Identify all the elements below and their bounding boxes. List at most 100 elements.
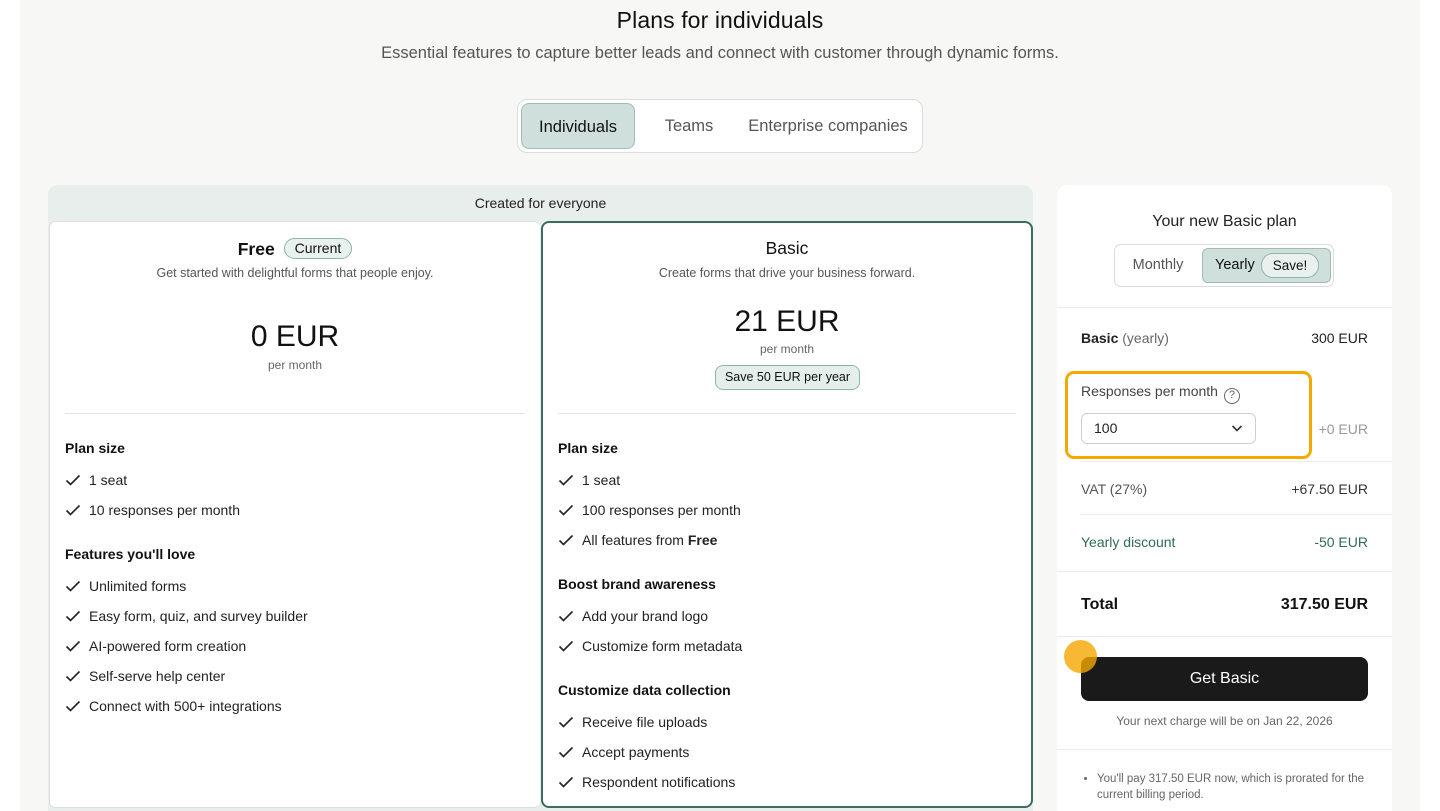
price-period: per month <box>759 342 815 356</box>
feature-item: All features from Free <box>558 530 717 550</box>
feature-text: Connect with 500+ integrations <box>89 698 282 714</box>
plan-price: 21 EUR <box>734 305 840 338</box>
plan-line-name: Basic <box>1081 330 1119 346</box>
feature-text: Easy form, quiz, and survey builder <box>89 608 308 624</box>
divider <box>558 413 1016 414</box>
divider <box>1057 571 1392 572</box>
total-label: Total <box>1081 596 1119 613</box>
audience-tabs: Individuals Teams Enterprise companies <box>517 99 923 153</box>
billing-note-item: You'll pay 317.50 EUR now, which is pror… <box>1097 771 1375 803</box>
free-plan-card: Free Current Get started with delightful… <box>49 221 540 808</box>
tab-individuals[interactable]: Individuals <box>521 103 635 149</box>
check-icon <box>65 502 83 516</box>
tab-teams[interactable]: Teams <box>642 103 736 149</box>
plan-line-value: 300 EUR <box>1311 330 1368 346</box>
plan-description: Create forms that drive your business fo… <box>658 266 916 280</box>
responses-selected-value: 100 <box>1094 420 1118 436</box>
period-yearly-label: Yearly <box>1215 257 1255 273</box>
responses-label: Responses per month? <box>1081 383 1240 404</box>
feature-text: All features from <box>582 532 688 548</box>
divider <box>65 413 525 414</box>
check-icon <box>558 714 576 728</box>
feature-text: Customize form metadata <box>582 638 743 654</box>
plan-line-period: (yearly) <box>1122 330 1169 346</box>
price-period: per month <box>267 358 323 372</box>
check-icon <box>558 472 576 486</box>
feature-text: Unlimited forms <box>89 578 187 594</box>
feature-text-bold: Free <box>687 532 718 548</box>
plan-name: Free <box>237 239 275 259</box>
check-icon <box>558 638 576 652</box>
feature-text: 10 responses per month <box>89 502 240 518</box>
discount-value: -50 EUR <box>1314 534 1368 550</box>
check-icon <box>558 744 576 758</box>
next-charge-text: Your next charge will be on Jan 22, 2026 <box>1116 714 1333 728</box>
save-badge: Save! <box>1261 253 1319 278</box>
tab-enterprise-companies[interactable]: Enterprise companies <box>738 103 918 149</box>
billing-period-toggle: Monthly Yearly Save! <box>1114 244 1334 287</box>
vat-label: VAT (27%) <box>1081 481 1148 497</box>
check-icon <box>558 608 576 622</box>
plan-description: Get started with delightful forms that p… <box>156 266 434 280</box>
section-title: Features you'll love <box>65 546 196 562</box>
discount-label: Yearly discount <box>1081 534 1176 550</box>
vat-value: +67.50 EUR <box>1291 481 1368 497</box>
feature-item: AI-powered form creation <box>65 636 246 656</box>
feature-item: Respondent notifications <box>558 772 735 792</box>
feature-item: Customize form metadata <box>558 636 742 656</box>
divider <box>1081 514 1392 515</box>
feature-text: 1 seat <box>582 472 621 488</box>
feature-item: 10 responses per month <box>65 500 240 520</box>
feature-text: Accept payments <box>582 744 690 760</box>
plans-group-label: Created for everyone <box>474 195 607 211</box>
plan-name-wrap: Free Current <box>50 238 540 260</box>
section-title: Plan size <box>558 440 618 456</box>
check-icon <box>65 472 83 486</box>
plan-summary-panel: Your new Basic plan Monthly Yearly Save!… <box>1057 185 1392 811</box>
section-title: Customize data collection <box>558 682 731 698</box>
responses-extra-cost: +0 EUR <box>1318 421 1368 437</box>
feature-item: 1 seat <box>65 470 127 490</box>
page-title: Plans for individuals <box>616 7 824 33</box>
feature-item: 100 responses per month <box>558 500 741 520</box>
feature-item: Accept payments <box>558 742 689 762</box>
period-yearly-button[interactable]: Yearly Save! <box>1202 248 1331 283</box>
divider <box>1081 461 1392 462</box>
check-icon <box>65 698 83 712</box>
feature-item: Connect with 500+ integrations <box>65 696 282 716</box>
period-monthly-button[interactable]: Monthly <box>1115 245 1201 286</box>
responses-select[interactable]: 100 <box>1081 413 1256 444</box>
divider <box>1057 636 1392 637</box>
billing-note: You'll pay 317.50 EUR now, which is pror… <box>1085 771 1375 803</box>
cursor-indicator <box>1064 640 1097 673</box>
divider <box>1057 307 1392 308</box>
check-icon <box>65 578 83 592</box>
current-badge: Current <box>283 238 353 259</box>
feature-item: Receive file uploads <box>558 712 707 732</box>
chevron-down-icon <box>1231 425 1243 432</box>
check-icon <box>558 532 576 546</box>
total-value: 317.50 EUR <box>1280 596 1368 613</box>
feature-text: Add your brand logo <box>582 608 709 624</box>
check-icon <box>558 774 576 788</box>
help-icon[interactable]: ? <box>1223 388 1240 404</box>
plan-name: Basic <box>765 238 809 258</box>
feature-text: Respondent notifications <box>582 774 736 790</box>
page-subtitle: Essential features to capture better lea… <box>381 44 1059 62</box>
get-basic-button[interactable]: Get Basic <box>1081 657 1368 701</box>
plan-line-label: Basic (yearly) <box>1081 330 1169 346</box>
summary-title: Your new Basic plan <box>1152 213 1297 230</box>
feature-text: 100 responses per month <box>582 502 741 518</box>
feature-item: Easy form, quiz, and survey builder <box>65 606 308 626</box>
feature-item: Self-serve help center <box>65 666 225 686</box>
plan-price: 0 EUR <box>250 320 340 353</box>
feature-item: Unlimited forms <box>65 576 186 596</box>
save-pill: Save 50 EUR per year <box>715 365 860 390</box>
section-title: Boost brand awareness <box>558 576 716 592</box>
basic-plan-card[interactable]: Basic Create forms that drive your busin… <box>541 221 1033 808</box>
feature-text: Receive file uploads <box>582 714 708 730</box>
check-icon <box>558 502 576 516</box>
check-icon <box>65 668 83 682</box>
check-icon <box>65 638 83 652</box>
section-title: Plan size <box>65 440 125 456</box>
